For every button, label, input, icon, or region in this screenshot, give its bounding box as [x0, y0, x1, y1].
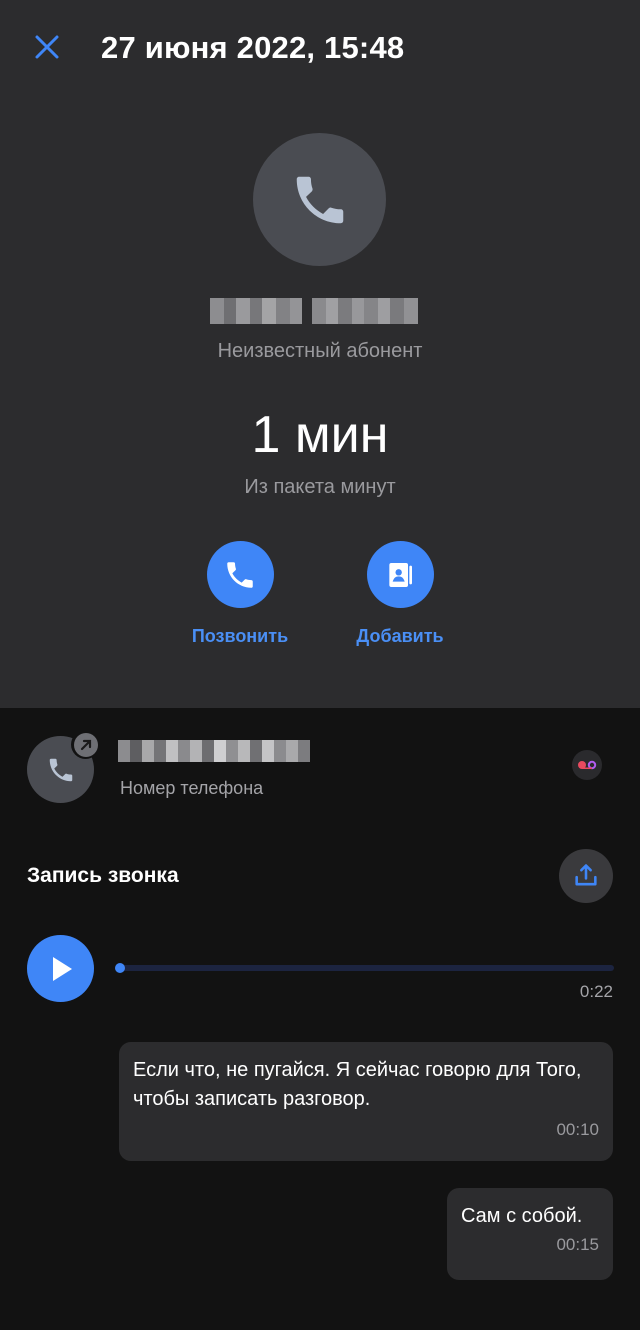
contact-card-icon [389, 562, 412, 587]
recording-duration: 0:22 [579, 982, 613, 1001]
phone-icon [49, 758, 72, 781]
message-text: Если что, не пугайся. Я сейчас говорю дл… [133, 1059, 582, 1110]
call-button-label: Позвонить [191, 626, 289, 646]
outgoing-call-badge [71, 730, 100, 759]
outgoing-arrow-icon [73, 732, 98, 757]
transcript-message: Сам с собой. 00:15 [447, 1188, 613, 1280]
call-duration: 1 мин [251, 406, 389, 464]
call-button-circle [206, 541, 274, 608]
share-icon [575, 864, 597, 886]
caller-avatar [253, 133, 386, 266]
redacted-phone-number [210, 298, 418, 324]
close-icon [35, 35, 59, 59]
phone-icon [227, 561, 253, 588]
duration-note: Из пакета минут [244, 476, 396, 498]
play-icon [52, 956, 72, 981]
call-summary-panel: 27 июня 2022, 15:48 Неизвестный абонент … [0, 0, 640, 708]
recording-title: Запись звонка [27, 864, 179, 887]
share-button[interactable] [559, 849, 613, 903]
add-contact-label: Добавить [356, 626, 444, 646]
playback-handle[interactable] [115, 963, 125, 973]
call-button[interactable]: Позвонить [170, 541, 310, 647]
add-contact-button[interactable]: Добавить [330, 541, 470, 647]
page-title: 27 июня 2022, 15:48 [101, 30, 405, 65]
caller-status: Неизвестный абонент [217, 340, 423, 362]
close-button[interactable] [28, 28, 66, 66]
header: 27 июня 2022, 15:48 [0, 0, 640, 96]
message-time: 00:10 [556, 1120, 599, 1139]
phone-number-label: Номер телефона [120, 778, 264, 798]
voicemail-icon [578, 760, 597, 770]
add-contact-button-circle [366, 541, 434, 608]
message-time: 00:15 [556, 1235, 599, 1254]
recording-indicator [572, 750, 602, 780]
message-text: Сам с собой. [461, 1205, 583, 1227]
play-button[interactable] [27, 935, 94, 1002]
transcript-message: Если что, не пугайся. Я сейчас говорю дл… [119, 1042, 613, 1161]
playback-slider[interactable] [115, 963, 614, 973]
phone-icon [296, 176, 343, 223]
redacted-contact-number [118, 740, 310, 762]
contact-row[interactable]: Номер телефона [0, 730, 640, 810]
